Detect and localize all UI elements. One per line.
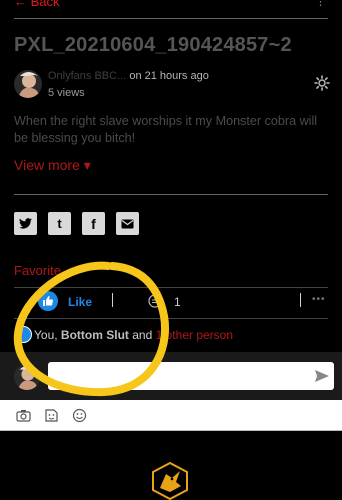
twitter-icon (19, 218, 32, 229)
post-author[interactable]: Onlyfans BBC... on 21 hours ago (48, 70, 209, 82)
post-description: When the right slave worships it my Mons… (14, 114, 318, 145)
post-title: PXL_20210604_190424857~2 (14, 34, 292, 56)
divider (14, 194, 328, 195)
comment-input[interactable] (48, 362, 334, 390)
avatar (14, 364, 40, 390)
sticker-icon[interactable] (44, 408, 59, 423)
favorite-label[interactable]: Favorite (14, 263, 61, 278)
tumblr-icon: t (57, 216, 62, 231)
email-icon (121, 219, 134, 228)
comment-icon[interactable] (148, 294, 162, 308)
divider (14, 18, 328, 19)
tumblr-share-button[interactable]: t (48, 212, 71, 235)
email-share-button[interactable] (116, 212, 139, 235)
reactors-prefix: You, (34, 328, 61, 342)
divider (14, 287, 328, 288)
thumbs-up-icon (43, 296, 54, 306)
send-icon[interactable] (314, 369, 330, 383)
separator (300, 293, 301, 307)
divider (14, 318, 328, 319)
emoji-icon[interactable] (72, 408, 87, 423)
site-logo[interactable] (150, 462, 190, 500)
view-count: 5 views (48, 87, 85, 99)
like-button[interactable] (38, 291, 58, 311)
twitter-share-button[interactable] (14, 212, 37, 235)
avatar[interactable] (14, 70, 42, 98)
more-vertical-icon[interactable]: ⋮ (315, 0, 326, 8)
comment-count: 1 (174, 295, 181, 309)
author-name[interactable]: Onlyfans BBC... (48, 70, 126, 82)
facebook-icon: f (91, 215, 96, 232)
reactors-summary[interactable]: You, Bottom Slut and 1 other person (14, 328, 233, 342)
post-time: on 21 hours ago (129, 70, 209, 82)
like-label[interactable]: Like (68, 295, 92, 309)
view-more-link[interactable]: View more ▾ (14, 157, 91, 174)
reactor-name[interactable]: Bottom Slut (61, 328, 129, 342)
reactors-and: and (128, 328, 156, 342)
more-options-button[interactable]: ••• (312, 294, 326, 305)
back-link[interactable]: ← Back (14, 0, 60, 9)
reaction-bar: Like 1 ••• (14, 289, 332, 315)
facebook-share-button[interactable]: f (82, 212, 105, 235)
gear-icon[interactable] (314, 75, 330, 91)
top-bar: ← Back ⋮ (0, 0, 342, 20)
camera-icon[interactable] (16, 408, 31, 423)
separator (112, 293, 113, 307)
footer-divider (0, 430, 342, 431)
reactors-others[interactable]: 1 other person (156, 328, 233, 342)
